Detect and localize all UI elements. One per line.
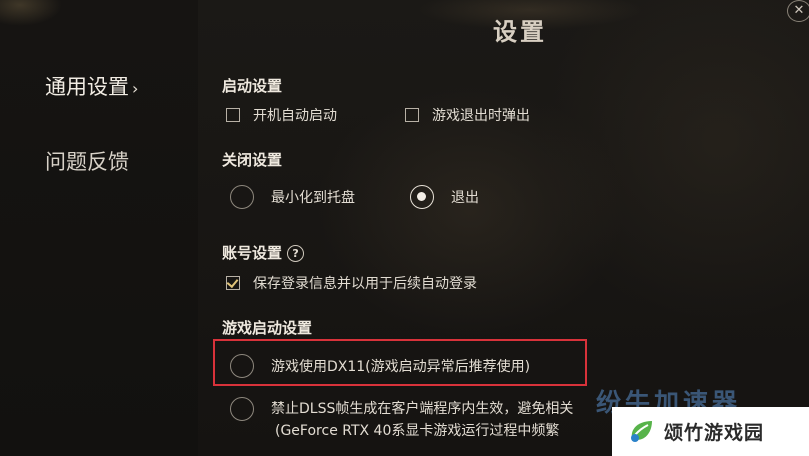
chevron-right-icon: ›	[132, 79, 139, 98]
help-icon[interactable]: ?	[287, 245, 305, 262]
checkbox-label: 开机自动启动	[253, 108, 337, 124]
radio-exit[interactable]: 退出	[410, 185, 479, 209]
sidebar-item-feedback[interactable]: 问题反馈	[45, 146, 129, 176]
close-icon[interactable]: ✕	[787, 0, 809, 22]
radio-label: 退出	[451, 190, 479, 206]
checkbox-save-login[interactable]: 保存登录信息并以用于后续自动登录	[226, 273, 477, 293]
section-account-label: 账号设置	[222, 244, 283, 262]
checkbox-box-checked[interactable]	[226, 275, 240, 290]
checkbox-label: 游戏退出时弹出	[432, 108, 530, 124]
radio-label: 禁止DLSS帧生成在客户端程序内生效，避免相关	[271, 401, 574, 417]
ornament-left	[0, 0, 70, 40]
checkbox-autostart[interactable]: 开机自动启动	[226, 105, 337, 125]
radio-label: 最小化到托盘	[271, 190, 355, 206]
highlight-box	[213, 339, 587, 386]
section-close-heading: 关闭设置	[222, 151, 283, 169]
watermark: 颂竹游戏园	[612, 407, 809, 456]
radio-minimize-to-tray[interactable]: 最小化到托盘	[230, 185, 355, 209]
radio-button[interactable]	[230, 185, 254, 209]
watermark-text: 颂竹游戏园	[664, 422, 765, 444]
radio-button-selected[interactable]	[410, 185, 434, 209]
sidebar-item-label: 问题反馈	[45, 150, 129, 174]
section-startup-heading: 启动设置	[222, 77, 283, 95]
leaf-logo-icon	[626, 417, 656, 447]
sidebar-item-general[interactable]: 通用设置 ›	[45, 71, 138, 101]
sidebar-item-label: 通用设置	[45, 75, 129, 99]
radio-label-line2: (GeForce RTX 40系显卡游戏运行过程中频繁	[275, 423, 560, 439]
section-account-heading: 账号设置?	[222, 242, 305, 263]
checkbox-box[interactable]	[226, 108, 240, 122]
checkbox-label: 保存登录信息并以用于后续自动登录	[253, 276, 477, 292]
checkbox-popup-on-exit[interactable]: 游戏退出时弹出	[405, 105, 530, 125]
page-title: 设置	[493, 18, 547, 46]
checkbox-box[interactable]	[405, 108, 419, 122]
radio-dot	[417, 192, 426, 201]
check-icon	[226, 275, 239, 289]
sidebar	[0, 0, 198, 456]
radio-disable-dlss[interactable]: 禁止DLSS帧生成在客户端程序内生效，避免相关 (GeForce RTX 40系…	[230, 397, 573, 442]
radio-label-block: 禁止DLSS帧生成在客户端程序内生效，避免相关 (GeForce RTX 40系…	[271, 398, 573, 442]
section-game-launch-heading: 游戏启动设置	[222, 319, 313, 337]
radio-button[interactable]	[230, 397, 254, 421]
